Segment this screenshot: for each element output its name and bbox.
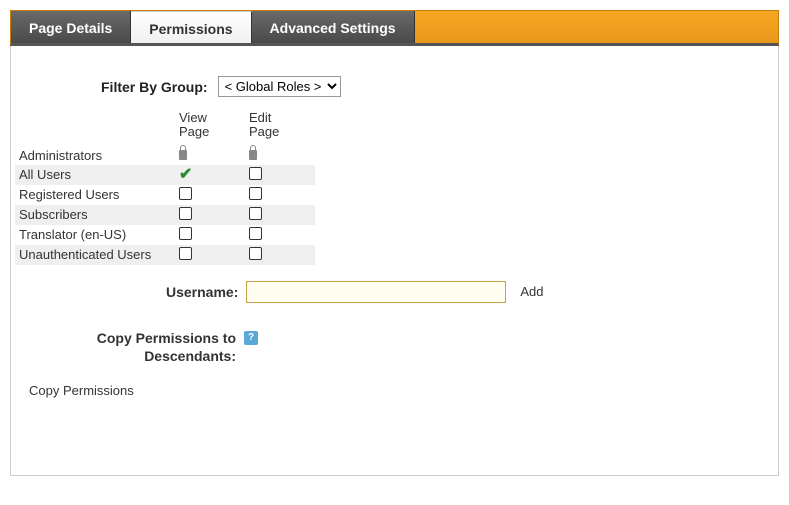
username-row: Username: Add	[11, 281, 778, 303]
username-input[interactable]	[246, 281, 506, 303]
edit-checkbox[interactable]	[249, 247, 262, 260]
tab-page-details[interactable]: Page Details	[11, 11, 131, 43]
table-row: Registered Users	[15, 185, 315, 205]
view-checkbox[interactable]	[179, 207, 192, 220]
column-header-role	[15, 109, 175, 146]
column-header-edit: Edit Page	[245, 109, 315, 146]
edit-checkbox[interactable]	[249, 167, 262, 180]
filter-row: Filter By Group: < Global Roles >	[11, 76, 778, 97]
permissions-table: View Page Edit Page AdministratorsAll Us…	[15, 109, 315, 265]
tab-content: Filter By Group: < Global Roles > View P…	[10, 46, 779, 476]
table-row: All Users✔	[15, 165, 315, 185]
role-name: Subscribers	[15, 205, 175, 225]
view-checkbox[interactable]	[179, 247, 192, 260]
tab-advanced-settings[interactable]: Advanced Settings	[252, 11, 415, 43]
view-checkbox[interactable]	[179, 187, 192, 200]
copy-row: Copy Permissions to Descendants: ?	[11, 329, 778, 365]
column-header-view: View Page	[175, 109, 245, 146]
table-row: Administrators	[15, 146, 315, 165]
lock-icon	[249, 150, 257, 160]
lock-icon	[179, 150, 187, 160]
tab-bar: Page Details Permissions Advanced Settin…	[10, 10, 779, 46]
edit-checkbox[interactable]	[249, 227, 262, 240]
tab-permissions[interactable]: Permissions	[131, 11, 251, 43]
permissions-tbody: AdministratorsAll Users✔Registered Users…	[15, 146, 315, 265]
filter-group-select[interactable]: < Global Roles >	[218, 76, 341, 97]
copy-permissions-link[interactable]: Copy Permissions	[29, 383, 778, 398]
table-row: Subscribers	[15, 205, 315, 225]
copy-label: Copy Permissions to Descendants:	[41, 329, 236, 365]
role-name: Registered Users	[15, 185, 175, 205]
username-label: Username:	[166, 284, 238, 300]
role-name: Translator (en-US)	[15, 225, 175, 245]
help-icon[interactable]: ?	[244, 331, 258, 345]
check-icon[interactable]: ✔	[179, 166, 192, 183]
edit-checkbox[interactable]	[249, 187, 262, 200]
filter-label: Filter By Group:	[101, 79, 208, 95]
view-checkbox[interactable]	[179, 227, 192, 240]
role-name: All Users	[15, 165, 175, 185]
edit-checkbox[interactable]	[249, 207, 262, 220]
table-row: Unauthenticated Users	[15, 245, 315, 265]
role-name: Administrators	[15, 146, 175, 165]
table-row: Translator (en-US)	[15, 225, 315, 245]
add-user-link[interactable]: Add	[520, 284, 543, 299]
role-name: Unauthenticated Users	[15, 245, 175, 265]
